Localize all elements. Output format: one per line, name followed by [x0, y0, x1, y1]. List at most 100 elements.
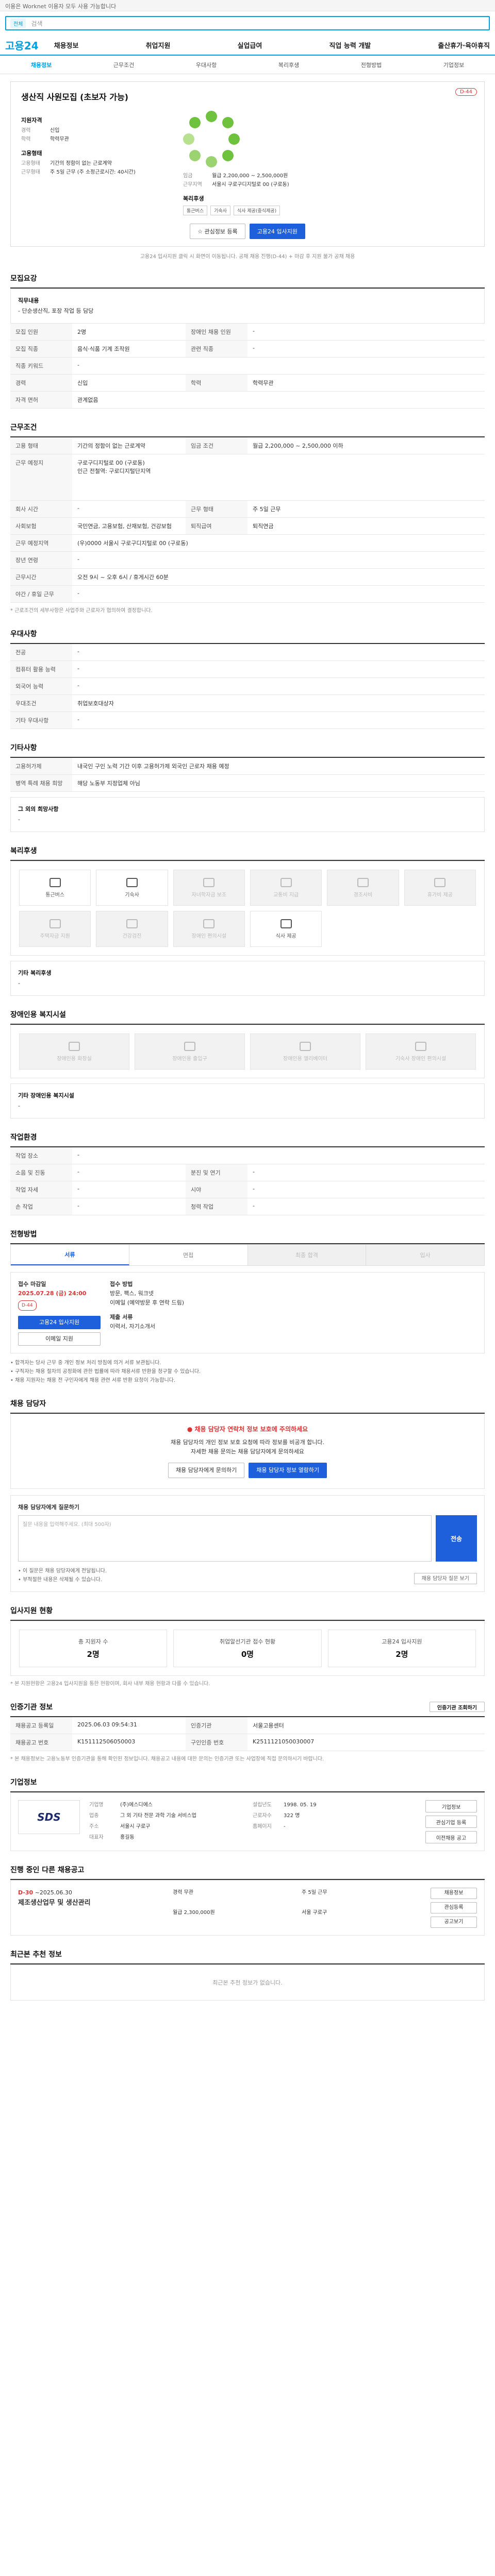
career-value: 신입 [50, 128, 60, 133]
row-key: 직종 키워드 [10, 357, 72, 375]
info-value: (주)에스디에스 [120, 1802, 153, 1808]
inquiry-note: • 부적절한 내용은 삭제될 수 있습니다. [18, 1577, 102, 1583]
info-value: 서울시 구로구 [120, 1824, 151, 1829]
section-title: 전형방법 [10, 1230, 37, 1239]
inquiry-list-button[interactable]: 채용 담당자 질문 보기 [414, 1573, 477, 1584]
related-title[interactable]: 제조생산업무 및 생산관리 [18, 1898, 173, 1908]
related-job-card[interactable]: D-30 ~2025.06.30 제조생산업무 및 생산관리 경력 무관 주 5… [10, 1880, 485, 1936]
gnb-item-training[interactable]: 직업 능력 개발 [329, 40, 371, 50]
row-value: - [72, 1198, 186, 1215]
process-apply-button[interactable]: 고용24 입사지원 [18, 1316, 101, 1329]
info-value: 홍길동 [120, 1835, 135, 1840]
warning-title: 채용 담당자 연락처 정보 보호에 주의하세요 [194, 1426, 308, 1433]
door-icon [184, 1041, 195, 1051]
tab-recruit[interactable]: 채용정보 [0, 61, 82, 69]
row-value: 2025.06.03 09:54:31 [72, 1717, 186, 1734]
section-title: 최근본 추천 정보 [10, 1951, 62, 1959]
dorm-icon [415, 1041, 426, 1051]
row-value: 국민연금, 고용보험, 산재보험, 건강보험 [72, 517, 186, 535]
related-view-button[interactable]: 공고보기 [431, 1917, 477, 1928]
search-input[interactable]: 전체 검색 [5, 16, 490, 30]
row-value: 서울고용센터 [248, 1717, 485, 1734]
row-key: 작업 자세 [10, 1181, 72, 1198]
company-logo-image [183, 111, 240, 167]
gnb-item-leave[interactable]: 출산휴가·육아휴직 [438, 40, 490, 50]
step-documents: 서류 [11, 1245, 129, 1265]
other-section: 기타사항 고용허가제 내국인 구인 노력 기간 이후 고용허가제 외국인 근로자 … [10, 742, 485, 832]
row-value: 주 5일 근무 [248, 500, 485, 518]
warning-icon: ● [187, 1426, 193, 1433]
row-value: 관계없음 [72, 391, 485, 409]
gnb-item-jobs[interactable]: 채용정보 [54, 40, 79, 50]
bullet: • 합격자는 당사 근무 중 개인 정보 처리 방침에 의거 서류 보관됩니다. [10, 1360, 161, 1366]
welfare-other-title: 기타 복리후생 [18, 970, 52, 976]
contact-inquiry-button[interactable]: 채용 담당자에게 문의하기 [168, 1463, 245, 1478]
tab-prefer[interactable]: 우대사항 [165, 61, 248, 69]
gnb-item-unemployment[interactable]: 실업급여 [238, 40, 262, 50]
company-logo: SDS [18, 1800, 80, 1834]
welfare-item-tuition: 자녀학자금 보조 [173, 870, 245, 906]
step-final: 최종 합격 [248, 1245, 367, 1265]
qualification-title: 지원자격 [21, 117, 42, 124]
welfare-label: 경조사비 [353, 892, 373, 898]
search-category[interactable]: 전체 [10, 18, 26, 28]
row-key: 채용공고 등록일 [10, 1717, 72, 1734]
health-icon [126, 919, 138, 928]
apply-button[interactable]: 고용24 입사지원 [249, 224, 305, 239]
inquiry-textarea[interactable]: 질문 내용을 입력해주세요. (최대 500자) [18, 1515, 432, 1562]
row-key: 분진 및 연기 [186, 1164, 248, 1181]
worktime-key: 근무형태 [21, 170, 40, 175]
row-key: 우대조건 [10, 694, 72, 712]
section-title: 모집요강 [10, 275, 37, 283]
row-key: 소음 및 진동 [10, 1164, 72, 1181]
company-info-button[interactable]: 기업정보 [425, 1800, 477, 1812]
contact-view-button[interactable]: 채용 담당자 정보 열람하기 [249, 1463, 327, 1478]
meal-icon [280, 919, 292, 928]
employment-title: 고용형태 [21, 150, 42, 157]
welfare-label: 기숙사 [125, 892, 139, 898]
row-key: 사회보험 [10, 517, 72, 535]
welfare-other-value: - [18, 980, 20, 987]
row-key: 전공 [10, 644, 72, 661]
tab-conditions[interactable]: 근무조건 [82, 61, 165, 69]
agency-lookup-button[interactable]: 인증기관 조회하기 [429, 1702, 485, 1712]
duty-title: 직무내용 [18, 297, 39, 304]
tab-welfare[interactable]: 복리후생 [248, 61, 330, 69]
stat-value: 0명 [241, 1650, 254, 1659]
row-value: - [72, 1164, 186, 1181]
row-value: 기간의 정함이 없는 근로계약 [72, 437, 186, 454]
row-key: 고용 형태 [10, 437, 72, 454]
inquiry-send-button[interactable]: 전송 [436, 1515, 477, 1562]
related-info-button[interactable]: 채용정보 [431, 1888, 477, 1899]
stat-label: 고용24 입사지원 [382, 1638, 422, 1645]
plane-icon [434, 877, 446, 887]
row-key: 장애인 채용 인원 [186, 324, 248, 341]
email-apply-button[interactable]: 이메일 지원 [18, 1332, 101, 1346]
disabled-grid: 장애인용 화장실 장애인용 출입구 장애인용 엘리베이터 기숙사 장애인 편의시… [10, 1025, 485, 1078]
row-value: - [72, 660, 485, 678]
welfare-label: 휴가비 제공 [427, 892, 453, 898]
site-logo[interactable]: 고용24 [5, 38, 39, 53]
row-value: - [248, 1181, 485, 1198]
tab-process[interactable]: 전형방법 [330, 61, 412, 69]
tab-company[interactable]: 기업정보 [412, 61, 495, 69]
recent-section: 최근본 추천 정보 최근본 추천 정보가 없습니다. [10, 1949, 485, 2001]
gnb-item-support[interactable]: 취업지원 [146, 40, 171, 50]
info-key: 근로자수 [253, 1813, 272, 1819]
row-value: 구로구디지털로 00 (구로동) 인근 전철역: 구로디지털단지역 [72, 454, 485, 501]
company-follow-button[interactable]: 관심기업 등록 [425, 1816, 477, 1828]
row-key: 근무시간 [10, 568, 72, 586]
bus-icon [49, 877, 61, 887]
docs-title: 제출 서류 [110, 1314, 133, 1320]
company-history-button[interactable]: 이전채용 공고 [425, 1831, 477, 1843]
type-value: 기간의 정함이 없는 근로계약 [50, 161, 112, 166]
header-note: 고용24 입사지원 클릭 시 화면이 이동됩니다. 공채 채용 진행(D-44)… [140, 254, 355, 260]
other-table: 고용허가제 내국인 구인 노력 기간 이후 고용허가제 외국인 근로자 채용 예정… [10, 758, 485, 792]
search-placeholder: 검색 [31, 20, 43, 27]
related-follow-button[interactable]: 관심등록 [431, 1902, 477, 1913]
section-title: 진행 중인 다른 채용공고 [10, 1866, 85, 1874]
conditions-note: * 근로조건의 세부사항은 사업주와 근로자가 협의하여 결정합니다. [10, 608, 153, 614]
row-key: 시야 [186, 1181, 248, 1198]
row-value: - [72, 500, 186, 518]
interest-button[interactable]: ☆ 관심정보 등록 [190, 224, 245, 239]
